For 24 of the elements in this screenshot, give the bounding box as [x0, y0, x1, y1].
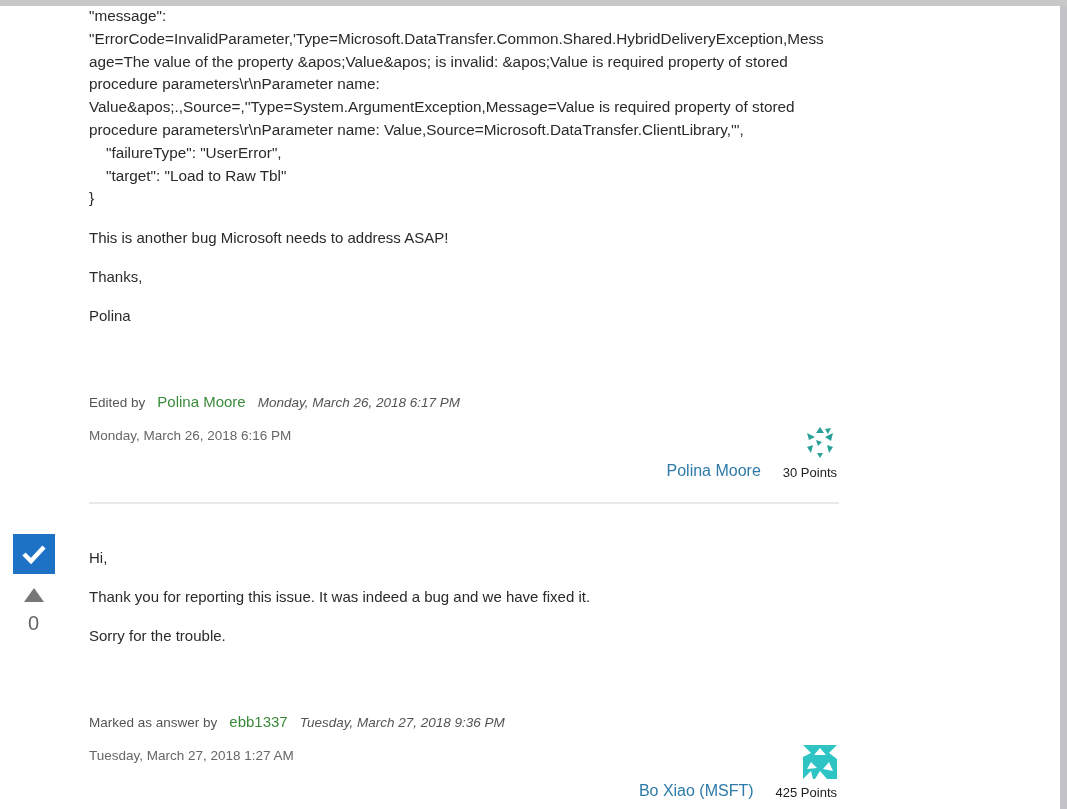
user-link[interactable]: Polina Moore	[157, 393, 246, 411]
author-link[interactable]: Polina Moore	[666, 462, 761, 481]
note-label: Edited by	[89, 395, 146, 411]
upvote-icon[interactable]	[23, 588, 44, 603]
checkmark-icon	[20, 543, 47, 566]
post-date: Monday, March 26, 2018 6:16 PM	[89, 428, 292, 444]
post-text: Hi,	[89, 548, 109, 569]
answer-checkbox[interactable]	[12, 534, 55, 575]
author-link[interactable]: Bo Xiao (MSFT)	[638, 782, 754, 801]
post-date: Tuesday, March 27, 2018 1:27 AM	[89, 748, 294, 764]
post-text: Thank you for reporting this issue. It was indeed a bug and we have fixed it.	[89, 587, 592, 608]
note-time: Monday, March 26, 2018 6:17 PM	[257, 395, 461, 411]
post-text: Sorry for the trouble.	[89, 626, 227, 647]
post-text: Thanks,	[89, 267, 144, 288]
note-time: Tuesday, March 27, 2018 9:36 PM	[299, 715, 505, 731]
post-text: Polina	[89, 306, 132, 327]
points-label: 425 Points	[775, 785, 837, 801]
avatar-icon	[803, 745, 837, 780]
points-label: 30 Points	[782, 465, 837, 481]
vote-count: 0	[27, 612, 40, 636]
post-text: This is another bug Microsoft needs to address ASAP!	[89, 228, 450, 249]
user-link[interactable]: ebb1337	[229, 713, 288, 731]
error-message: "message": "ErrorCode=InvalidParameter,'Type=Microsoft.DataTransfer.Common.Shared.HybridDeliveryException,Mess age=The value of the property &apos;Value&apos; is invalid: &apos;Value is required property of stored procedure parameters\r\nParameter name: Value&apos;.,Source=,''Type=System.ArgumentException,Message=Value is required property of stored procedure parameters\r\nParameter name: Value,Source=Microsoft.DataTransfer.ClientLibrary,'", "failureType": "UserError", "target": "Load to Raw Tbl" }	[89, 6, 825, 209]
note-label: Marked as answer by	[89, 715, 218, 731]
